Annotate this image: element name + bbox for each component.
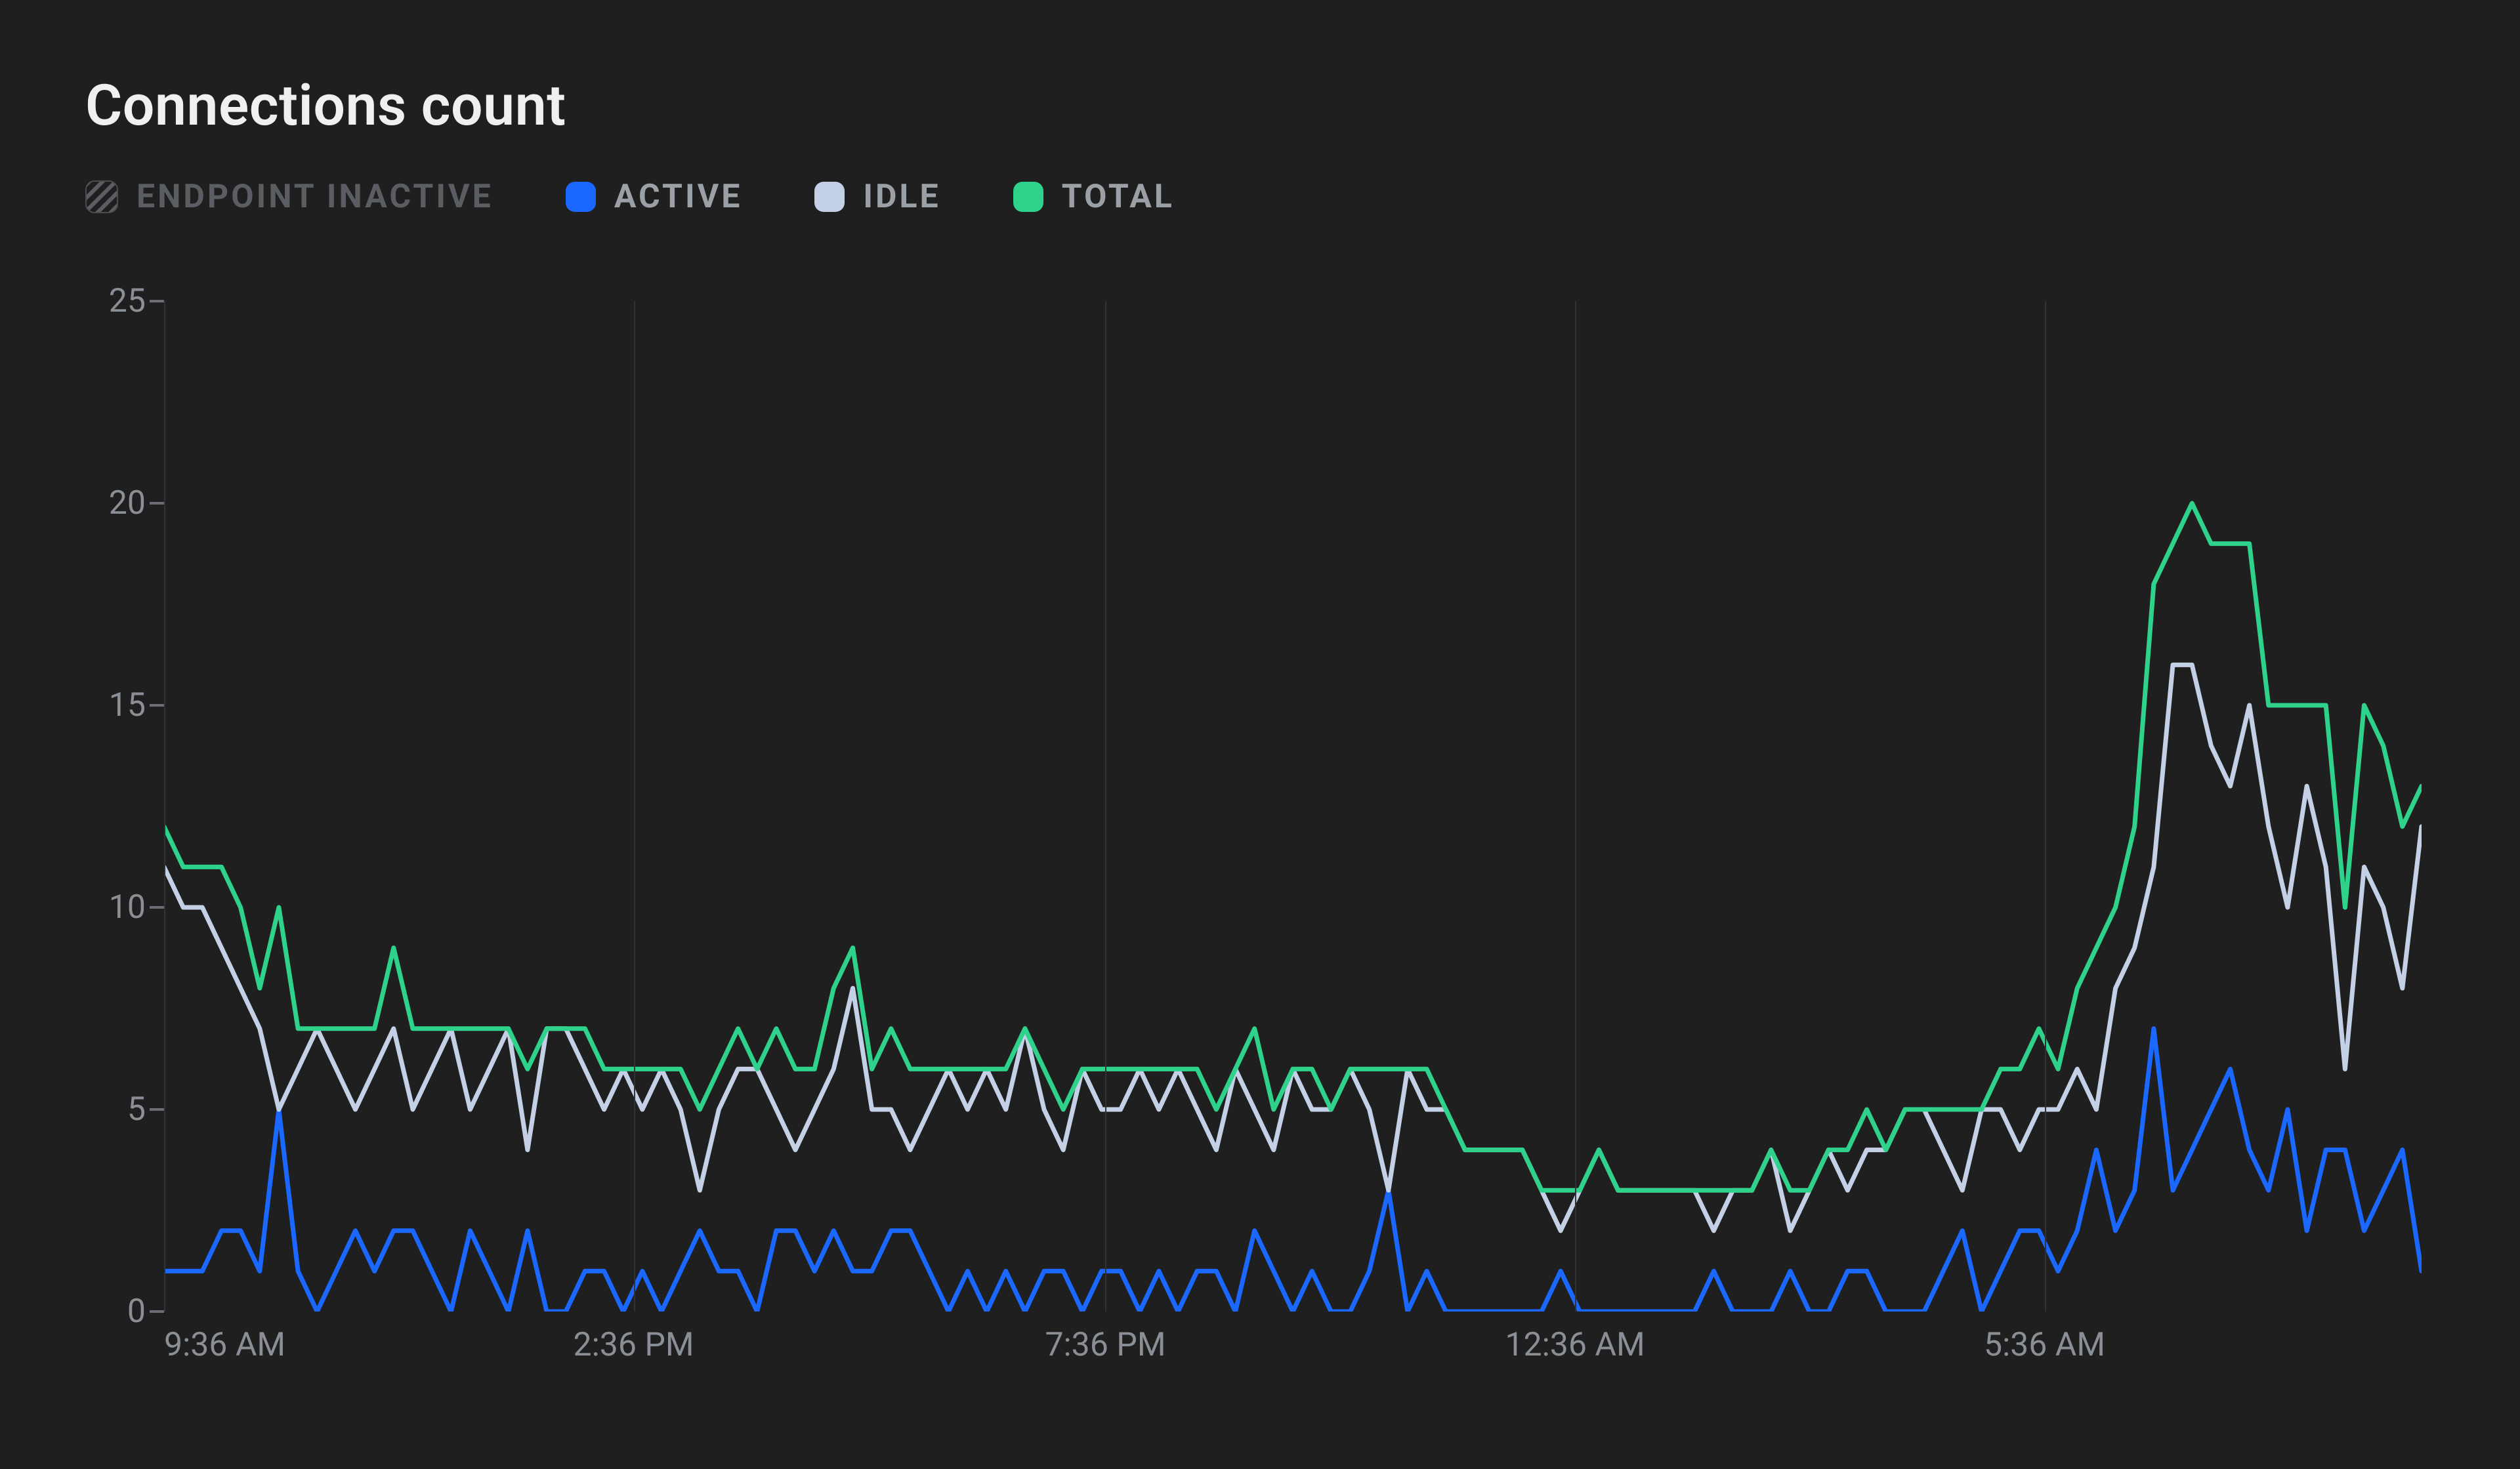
series-idle <box>164 665 2422 1230</box>
legend: ENDPOINT INACTIVE ACTIVE IDLE TOTAL <box>85 178 2441 216</box>
legend-label: ENDPOINT INACTIVE <box>136 178 494 216</box>
chart-title: Connections count <box>85 72 2441 138</box>
legend-item-endpoint_inactive[interactable]: ENDPOINT INACTIVE <box>85 178 494 216</box>
legend-item-active[interactable]: ACTIVE <box>566 178 743 216</box>
y-axis: 0510152025 <box>85 301 164 1312</box>
y-tick-label: 25 <box>109 282 146 320</box>
y-tick <box>150 1108 164 1111</box>
y-tick-label: 5 <box>127 1090 146 1128</box>
legend-item-total[interactable]: TOTAL <box>1013 178 1175 216</box>
legend-item-idle[interactable]: IDLE <box>814 178 940 216</box>
x-tick-label: 2:36 PM <box>574 1326 694 1364</box>
y-tick <box>150 502 164 505</box>
x-gridline <box>2045 301 2046 1312</box>
y-tick-label: 0 <box>127 1293 146 1331</box>
chart-lines <box>164 301 2422 1312</box>
y-tick <box>150 300 164 302</box>
x-gridline <box>1105 301 1106 1312</box>
legend-swatch <box>566 182 596 212</box>
series-total <box>164 503 2422 1190</box>
chart-plot-area: 0510152025 9:36 AM2:36 PM7:36 PM12:36 AM… <box>85 301 2422 1312</box>
legend-swatch <box>85 180 118 213</box>
y-tick-label: 20 <box>109 484 146 522</box>
legend-label: ACTIVE <box>614 178 743 216</box>
x-tick-label: 5:36 AM <box>1984 1326 2105 1364</box>
x-tick-label: 7:36 PM <box>1045 1326 1166 1364</box>
y-tick-label: 15 <box>109 686 146 724</box>
x-gridline <box>634 301 635 1312</box>
x-tick-label: 12:36 AM <box>1505 1326 1645 1364</box>
y-tick <box>150 1310 164 1313</box>
y-tick-label: 10 <box>109 888 146 926</box>
legend-label: IDLE <box>863 178 940 216</box>
x-gridline <box>1575 301 1576 1312</box>
y-tick <box>150 906 164 909</box>
legend-swatch <box>1013 182 1043 212</box>
legend-label: TOTAL <box>1062 178 1175 216</box>
y-tick <box>150 704 164 707</box>
legend-swatch <box>814 182 845 212</box>
x-gridline <box>164 301 165 1312</box>
x-tick-label: 9:36 AM <box>164 1326 285 1364</box>
